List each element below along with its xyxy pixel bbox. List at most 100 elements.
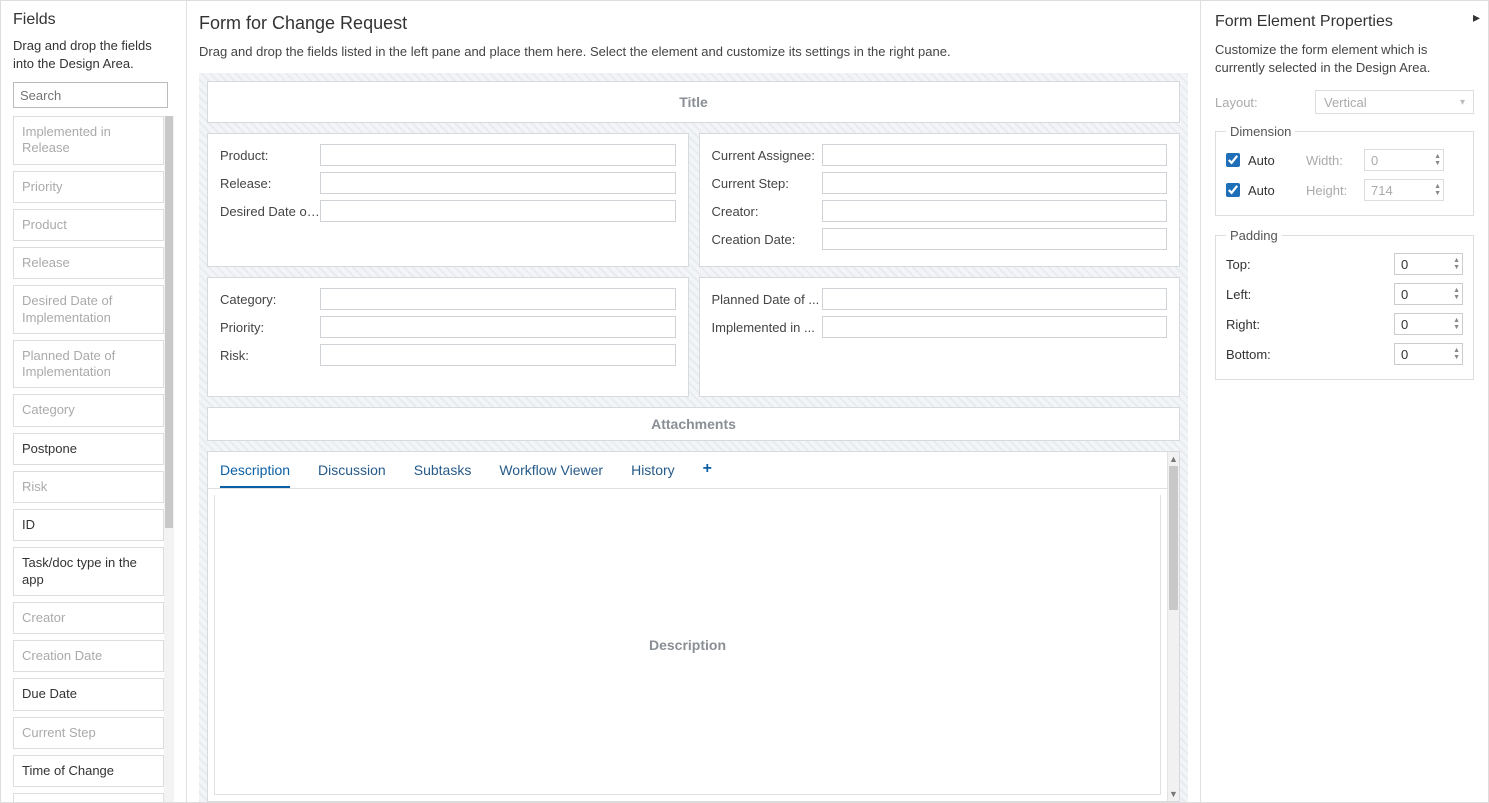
field-item[interactable]: Task/doc type in the app: [13, 547, 164, 596]
form-row[interactable]: Current Assignee:: [712, 144, 1168, 166]
field-item[interactable]: Implemented in Release: [13, 116, 164, 165]
width-label: Width:: [1306, 153, 1356, 168]
field-label: Current Step:: [712, 176, 822, 191]
field-label: Creator:: [712, 204, 822, 219]
spin-icon[interactable]: ▲▼: [1453, 317, 1460, 331]
field-input[interactable]: [822, 228, 1168, 250]
spin-icon[interactable]: ▲▼: [1453, 257, 1460, 271]
scroll-down-icon[interactable]: ▼: [1168, 787, 1179, 801]
field-item[interactable]: Current Step: [13, 717, 164, 749]
instructions: Drag and drop the fields listed in the l…: [199, 44, 1188, 59]
field-item[interactable]: Desired Date of Implementation: [13, 285, 164, 334]
field-input[interactable]: [320, 144, 676, 166]
tabs-container[interactable]: Description Discussion Subtasks Workflow Vi…: [207, 451, 1180, 802]
spin-icon: ▲▼: [1434, 153, 1441, 167]
design-canvas[interactable]: Title Product: Release: Desired Date of I.…: [199, 73, 1188, 802]
tabs-scrollbar[interactable]: ▲ ▼: [1167, 452, 1179, 801]
properties-pane: ▸ Form Element Properties Customize the …: [1200, 1, 1488, 802]
field-item[interactable]: ID: [13, 509, 164, 541]
spin-icon[interactable]: ▲▼: [1453, 347, 1460, 361]
spin-icon[interactable]: ▲▼: [1453, 287, 1460, 301]
field-input[interactable]: [320, 200, 676, 222]
panel-planned[interactable]: Planned Date of ... Implemented in ...: [699, 277, 1181, 397]
fields-sidebar: Fields Drag and drop the fields into the…: [1, 1, 187, 802]
tab-content[interactable]: Description: [214, 495, 1161, 795]
width-input: 0 ▲▼: [1364, 149, 1444, 171]
field-input[interactable]: [320, 172, 676, 194]
field-label: Product:: [220, 148, 320, 163]
field-item[interactable]: Product: [13, 209, 164, 241]
field-label: Risk:: [220, 348, 320, 363]
padding-right-label: Right:: [1226, 317, 1386, 332]
field-input[interactable]: [320, 344, 676, 366]
tab-discussion[interactable]: Discussion: [318, 462, 386, 488]
height-label: Height:: [1306, 183, 1356, 198]
panel-product[interactable]: Product: Release: Desired Date of I...: [207, 133, 689, 267]
field-item[interactable]: Risk: [13, 471, 164, 503]
width-auto-checkbox[interactable]: [1226, 153, 1240, 167]
field-input[interactable]: [822, 288, 1168, 310]
height-auto-checkbox[interactable]: [1226, 183, 1240, 197]
form-row[interactable]: Current Step:: [712, 172, 1168, 194]
field-input[interactable]: [822, 316, 1168, 338]
tab-description[interactable]: Description: [220, 462, 290, 488]
form-row[interactable]: Release:: [220, 172, 676, 194]
field-item[interactable]: Creation Date: [13, 640, 164, 672]
height-input: 714 ▲▼: [1364, 179, 1444, 201]
field-scrollbar[interactable]: [164, 116, 174, 802]
title-block[interactable]: Title: [207, 81, 1180, 123]
field-input[interactable]: [320, 316, 676, 338]
field-input[interactable]: [320, 288, 676, 310]
padding-fieldset: Padding Top: 0 ▲▼ Left: 0 ▲▼ Right: 0: [1215, 228, 1474, 380]
tab-subtasks[interactable]: Subtasks: [414, 462, 472, 488]
attachments-block[interactable]: Attachments: [207, 407, 1180, 441]
field-list: Implemented in Release Priority Product Rel…: [13, 116, 164, 802]
tab-history[interactable]: History: [631, 462, 675, 488]
form-row[interactable]: Desired Date of I...: [220, 200, 676, 222]
chevron-down-icon: ▾: [1460, 97, 1465, 108]
field-item[interactable]: Category: [13, 394, 164, 426]
field-label: Release:: [220, 176, 320, 191]
form-row[interactable]: Creator:: [712, 200, 1168, 222]
layout-label: Layout:: [1215, 95, 1315, 110]
layout-select: Vertical ▾: [1315, 90, 1474, 114]
field-input[interactable]: [822, 144, 1168, 166]
field-item[interactable]: Planned Date of Implementation: [13, 340, 164, 389]
field-input[interactable]: [822, 200, 1168, 222]
field-label: Planned Date of ...: [712, 292, 822, 307]
padding-legend: Padding: [1226, 228, 1282, 243]
padding-top-input[interactable]: 0 ▲▼: [1394, 253, 1463, 275]
padding-right-input[interactable]: 0 ▲▼: [1394, 313, 1463, 335]
form-row[interactable]: Category:: [220, 288, 676, 310]
form-row[interactable]: Risk:: [220, 344, 676, 366]
tab-workflow-viewer[interactable]: Workflow Viewer: [499, 462, 603, 488]
field-item[interactable]: Release: [13, 247, 164, 279]
field-item[interactable]: Time Spent in Current Step: [13, 793, 164, 802]
padding-left-input[interactable]: 0 ▲▼: [1394, 283, 1463, 305]
field-item[interactable]: Due Date: [13, 678, 164, 710]
dimension-legend: Dimension: [1226, 124, 1295, 139]
form-row[interactable]: Creation Date:: [712, 228, 1168, 250]
search-input[interactable]: [13, 82, 168, 108]
properties-title: Form Element Properties: [1215, 13, 1474, 31]
panel-assignee[interactable]: Current Assignee: Current Step: Creator: Cr…: [699, 133, 1181, 267]
panel-category[interactable]: Category: Priority: Risk:: [207, 277, 689, 397]
form-row[interactable]: Priority:: [220, 316, 676, 338]
collapse-icon[interactable]: ▸: [1473, 9, 1480, 26]
padding-bottom-label: Bottom:: [1226, 347, 1386, 362]
field-input[interactable]: [822, 172, 1168, 194]
field-label: Priority:: [220, 320, 320, 335]
field-label: Category:: [220, 292, 320, 307]
form-row[interactable]: Planned Date of ...: [712, 288, 1168, 310]
field-item[interactable]: Creator: [13, 602, 164, 634]
fields-title: Fields: [13, 11, 174, 29]
scroll-up-icon[interactable]: ▲: [1168, 452, 1179, 466]
field-label: Implemented in ...: [712, 320, 822, 335]
form-row[interactable]: Product:: [220, 144, 676, 166]
add-tab-button[interactable]: +: [703, 462, 712, 488]
form-row[interactable]: Implemented in ...: [712, 316, 1168, 338]
field-item[interactable]: Time of Change: [13, 755, 164, 787]
field-item[interactable]: Priority: [13, 171, 164, 203]
padding-bottom-input[interactable]: 0 ▲▼: [1394, 343, 1463, 365]
field-item[interactable]: Postpone: [13, 433, 164, 465]
